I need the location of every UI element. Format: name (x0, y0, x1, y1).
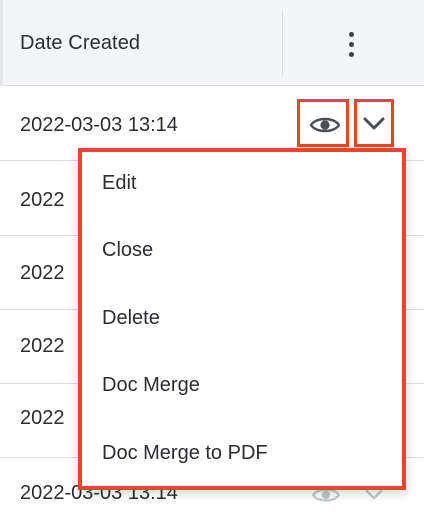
menu-item-edit[interactable]: Edit (102, 172, 136, 195)
preview-button-highlight (297, 99, 349, 147)
column-divider (282, 10, 283, 76)
date-created-cell: 2022 (20, 189, 65, 211)
date-created-cell: 2022 (20, 407, 65, 429)
dropdown-button-highlight (354, 99, 394, 147)
list-header: Date Created (0, 0, 424, 86)
date-created-cell: 2022-03-03 13:14 (20, 114, 178, 136)
date-created-cell: 2022 (20, 262, 65, 284)
column-divider (0, 0, 3, 86)
menu-item-close[interactable]: Close (102, 239, 153, 262)
menu-item-doc-merge-to-pdf[interactable]: Doc Merge to PDF (102, 442, 268, 465)
record-list-view: Date Created 2022-03-03 13:14 2022 2022 … (0, 0, 424, 526)
column-header-date-created[interactable]: Date Created (20, 32, 140, 55)
menu-item-doc-merge[interactable]: Doc Merge (102, 374, 200, 397)
row-actions-menu: Edit Close Delete Doc Merge Doc Merge to… (78, 148, 406, 490)
menu-item-delete[interactable]: Delete (102, 307, 160, 330)
more-vertical-icon[interactable] (340, 31, 362, 59)
date-created-cell: 2022 (20, 335, 65, 357)
